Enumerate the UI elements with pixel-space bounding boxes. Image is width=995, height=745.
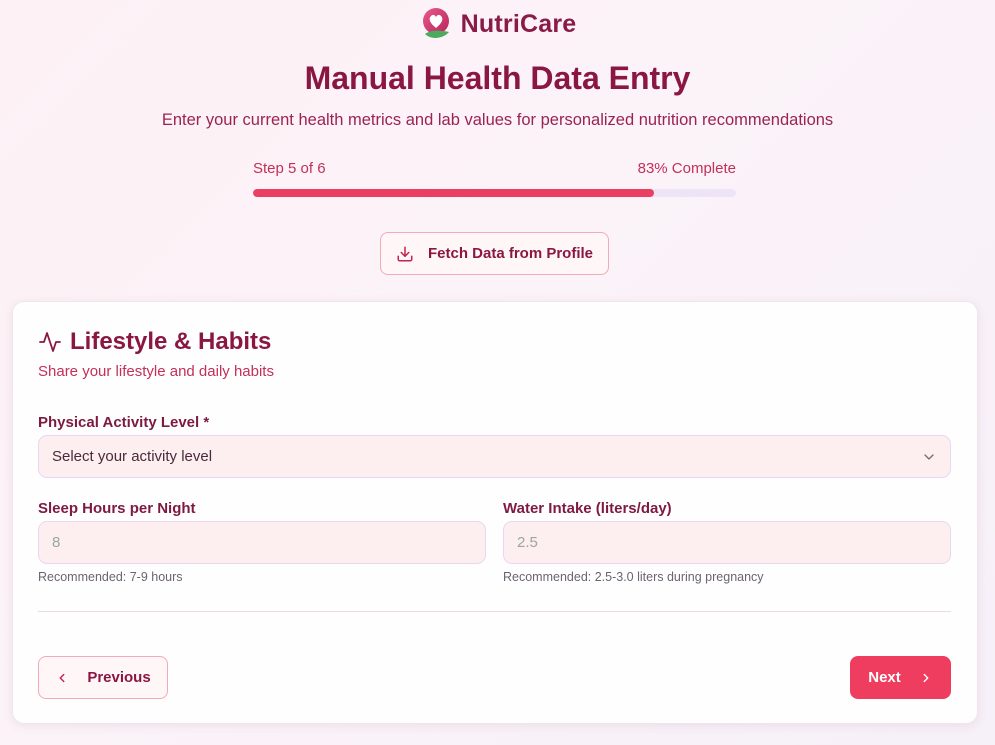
chevron-left-icon [59, 673, 65, 682]
previous-label: Previous [87, 669, 151, 686]
sleep-hours-input[interactable]: 8 [38, 521, 486, 564]
download-icon [397, 246, 413, 261]
chevron-right-icon [923, 673, 929, 682]
brand-header: NutriCare [0, 6, 995, 42]
page-subtitle: Enter your current health metrics and la… [161, 111, 834, 129]
percent-label: 83% Complete [637, 160, 736, 177]
previous-button[interactable]: Previous [38, 656, 168, 699]
next-button[interactable]: Next [850, 656, 951, 699]
section-title: Lifestyle & Habits [70, 328, 272, 355]
lifestyle-card: Lifestyle & Habits Share your lifestyle … [12, 301, 978, 724]
activity-icon [39, 332, 61, 352]
section-subtitle: Share your lifestyle and daily habits [38, 363, 274, 380]
water-intake-label: Water Intake (liters/day) [503, 500, 672, 517]
progress-bar [253, 189, 736, 197]
water-intake-placeholder: 2.5 [517, 534, 538, 551]
activity-level-value: Select your activity level [52, 448, 213, 465]
fetch-profile-button[interactable]: Fetch Data from Profile [380, 232, 609, 275]
progress-bar-fill [253, 189, 654, 197]
next-label: Next [868, 669, 901, 686]
sleep-hours-label: Sleep Hours per Night [38, 500, 196, 517]
activity-level-label: Physical Activity Level * [38, 414, 210, 431]
activity-level-select[interactable]: Select your activity level [38, 435, 951, 478]
brand-name: NutriCare [460, 9, 577, 38]
heart-leaf-logo [422, 8, 449, 38]
page-title: Manual Health Data Entry [304, 60, 691, 96]
water-intake-hint: Recommended: 2.5-3.0 liters during pregn… [503, 570, 764, 584]
divider [38, 611, 951, 612]
sleep-hours-hint: Recommended: 7-9 hours [38, 570, 183, 584]
water-intake-input[interactable]: 2.5 [503, 521, 951, 564]
progress-section: Step 5 of 6 83% Complete [253, 160, 736, 197]
sleep-hours-placeholder: 8 [52, 534, 61, 551]
step-label: Step 5 of 6 [253, 160, 326, 177]
chevron-down-icon [924, 453, 934, 460]
fetch-profile-label: Fetch Data from Profile [427, 245, 594, 262]
